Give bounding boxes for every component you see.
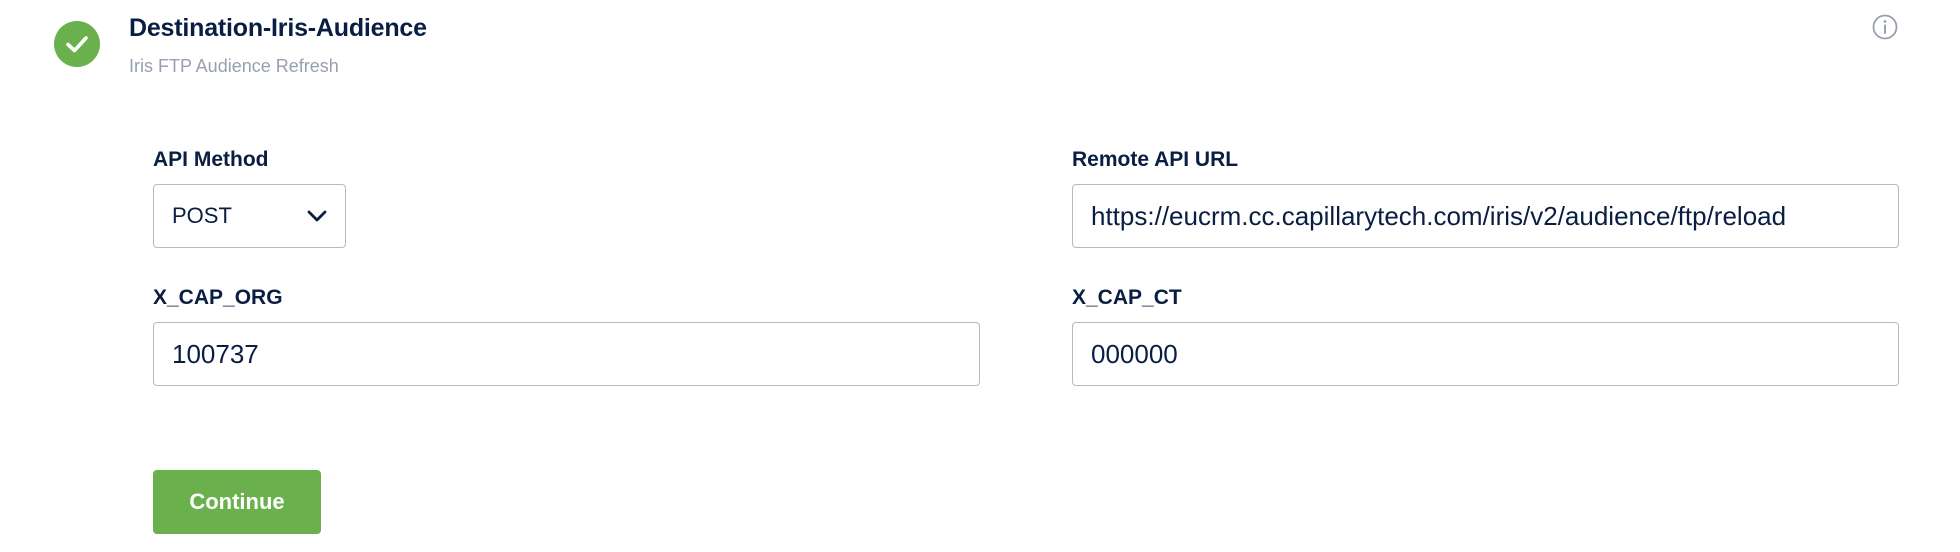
continue-button[interactable]: Continue (153, 470, 321, 534)
info-icon[interactable] (1872, 14, 1898, 40)
api-method-label: API Method (153, 148, 269, 171)
remote-api-url-input[interactable] (1072, 184, 1899, 248)
chevron-down-icon (307, 209, 327, 223)
step-title: Destination-Iris-Audience (129, 14, 427, 42)
remote-api-url-label: Remote API URL (1072, 148, 1239, 171)
x-cap-org-input[interactable] (153, 322, 980, 386)
check-circle-icon (54, 21, 100, 67)
x-cap-ct-input[interactable] (1072, 322, 1899, 386)
x-cap-org-label: X_CAP_ORG (153, 286, 283, 309)
step-subtitle: Iris FTP Audience Refresh (129, 56, 339, 76)
api-method-select[interactable]: POST (153, 184, 346, 248)
api-method-value: POST (172, 203, 232, 228)
x-cap-ct-label: X_CAP_CT (1072, 286, 1182, 309)
